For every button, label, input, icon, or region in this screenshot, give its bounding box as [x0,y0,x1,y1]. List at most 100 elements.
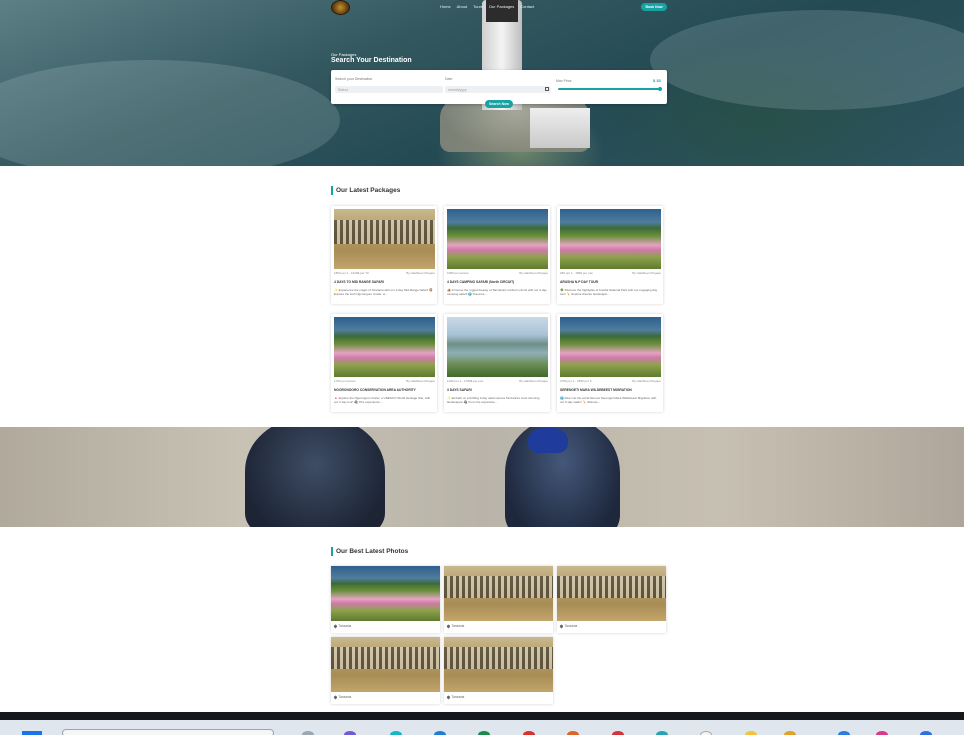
photo-card[interactable]: Tanzania [557,566,666,633]
package-card[interactable]: 2790 per 1 - 1890 per 9 By Haidhuan Mnyap… [557,314,663,412]
package-author: By Haidhuan Mnyape [632,271,661,275]
photo-image[interactable] [557,566,666,621]
photos-section-title: Our Best Latest Photos [331,547,408,556]
hero-house [530,108,590,148]
package-image[interactable] [560,209,661,269]
package-meta: 1290 per 1 - 1780$ per pax By Haidhuan Mn… [447,379,548,383]
package-title[interactable]: 4 DAYS CAMPING SAFARI (North CIRCUIT) [447,280,548,284]
package-author: By Haidhuan Mnyape [406,271,435,275]
nav-item-about[interactable]: About [457,4,467,9]
package-image[interactable] [334,317,435,377]
app-icon[interactable] [784,731,796,735]
package-author: By Haidhuan Mnyape [519,379,548,383]
book-now-button[interactable]: Book Now [641,3,667,11]
price-slider-thumb[interactable] [658,86,662,91]
photo-image[interactable] [444,566,553,621]
package-price: 290 per 1 - 1890 per pax [560,271,593,275]
photo-caption: Tanzania [559,624,578,628]
file-explorer-icon[interactable] [745,731,757,735]
package-card[interactable]: 1700 per person By Haidhuan Mnyape NGORON… [331,314,437,412]
app-icon[interactable] [567,731,579,735]
max-price-label: Max Price [556,79,572,83]
site-logo[interactable] [331,0,350,15]
package-description: 🔺 Explore the Ngorongoro Crater, a UNESC… [334,396,431,405]
photo-image[interactable] [331,637,440,692]
photo-caption-text: Tanzania [564,624,578,628]
edge-browser-icon[interactable] [390,731,402,735]
package-description: ✨ Experience the magic of Tanzania with … [334,288,433,297]
location-pin-icon [333,624,338,628]
app-icon[interactable] [344,731,356,735]
package-card[interactable]: 1800 per 1 - 1640$ per 70 By Haidhuan Mny… [331,206,437,304]
taskbar-search-input[interactable] [62,729,274,735]
hero-wave [0,60,340,166]
package-image[interactable] [560,317,661,377]
app-icon[interactable] [612,731,624,735]
photo-caption: Tanzania [446,624,465,628]
photo-card[interactable]: Tanzania [331,566,440,633]
package-card[interactable]: 1980 per person By Haidhuan Mnyape 4 DAYS… [444,206,550,304]
photo-caption-text: Tanzania [338,624,352,628]
package-title[interactable]: 4 DAYS TO MID RANGE SAFARI [334,280,435,284]
taskview-icon[interactable] [302,731,314,735]
package-author: By Haidhuan Mnyape [519,271,548,275]
max-price-value: $ 33 [653,78,661,83]
app-icon[interactable] [876,731,888,735]
package-meta: 1800 per 1 - 1640$ per 70 By Haidhuan Mny… [334,271,435,275]
package-title[interactable]: ARUSHA N.P DAY TOUR [560,280,661,284]
photo-card[interactable]: Tanzania [444,637,553,704]
nav-item-home[interactable]: Home [440,4,451,9]
package-title[interactable]: NGORONGORO CONSERVATION AREA AUTHORITY [334,388,435,392]
package-author: By Haidhuan Mnyape [632,379,661,383]
photo-caption: Tanzania [333,624,352,628]
calendar-icon[interactable] [545,87,549,91]
package-meta: 2790 per 1 - 1890 per 9 By Haidhuan Mnyap… [560,379,661,383]
date-input[interactable]: mm/dd/yyyy [445,86,551,93]
photo-caption-text: Tanzania [338,695,352,699]
search-title: Search Your Destination [331,57,412,64]
photo-caption-text: Tanzania [451,624,465,628]
package-title[interactable]: 3 DAYS SAFARI [447,388,548,392]
photo-card[interactable]: Tanzania [331,637,440,704]
hero-section: Home About Tours Our Packages Contact Bo… [0,0,964,166]
package-description: 🌳 Discover the highlights of Arusha Nati… [560,288,658,297]
package-image[interactable] [447,209,548,269]
app-icon[interactable] [920,731,932,735]
nav-item-contact[interactable]: Contact [520,4,534,9]
package-meta: 290 per 1 - 1890 per pax By Haidhuan Mnya… [560,271,661,275]
photo-image[interactable] [331,566,440,621]
main-nav: Home About Tours Our Packages Contact [440,4,534,9]
price-slider-track[interactable] [558,88,660,90]
banner-cap [528,427,568,453]
package-card[interactable]: 1290 per 1 - 1780$ per pax By Haidhuan Mn… [444,314,550,412]
package-title[interactable]: SERENGETI MARA WILDEBEEST MIGRATION [560,388,661,392]
package-price: 1290 per 1 - 1780$ per pax [447,379,484,383]
location-pin-icon [333,695,338,699]
location-pin-icon [446,624,451,628]
package-description: ✨ Embark on a thrilling 3-day safari acr… [447,396,540,405]
app-icon[interactable] [523,731,535,735]
search-now-button[interactable]: Search Now [485,100,513,108]
search-form: Search your Destination Select Date mm/d… [331,70,667,104]
nav-item-packages[interactable]: Our Packages [489,4,514,9]
package-card[interactable]: 290 per 1 - 1890 per pax By Haidhuan Mnya… [557,206,663,304]
package-price: 1700 per person [334,379,356,383]
app-icon[interactable] [656,731,668,735]
package-image[interactable] [334,209,435,269]
windows-start-icon[interactable] [22,731,42,735]
package-price: 1800 per 1 - 1640$ per 70 [334,271,369,275]
package-author: By Haidhuan Mnyape [406,379,435,383]
package-price: 2790 per 1 - 1890 per 9 [560,379,592,383]
app-icon[interactable] [478,731,490,735]
app-icon[interactable] [700,731,712,735]
app-icon[interactable] [838,731,850,735]
app-icon[interactable] [434,731,446,735]
destination-select[interactable]: Select [335,86,443,93]
package-image[interactable] [447,317,548,377]
photo-card[interactable]: Tanzania [444,566,553,633]
nav-item-tours[interactable]: Tours [473,4,483,9]
photo-image[interactable] [444,637,553,692]
date-input-value: mm/dd/yyyy [448,87,467,92]
package-description: 🌍 Dive into the world famous Serengeti M… [560,396,657,405]
photo-caption: Tanzania [333,695,352,699]
